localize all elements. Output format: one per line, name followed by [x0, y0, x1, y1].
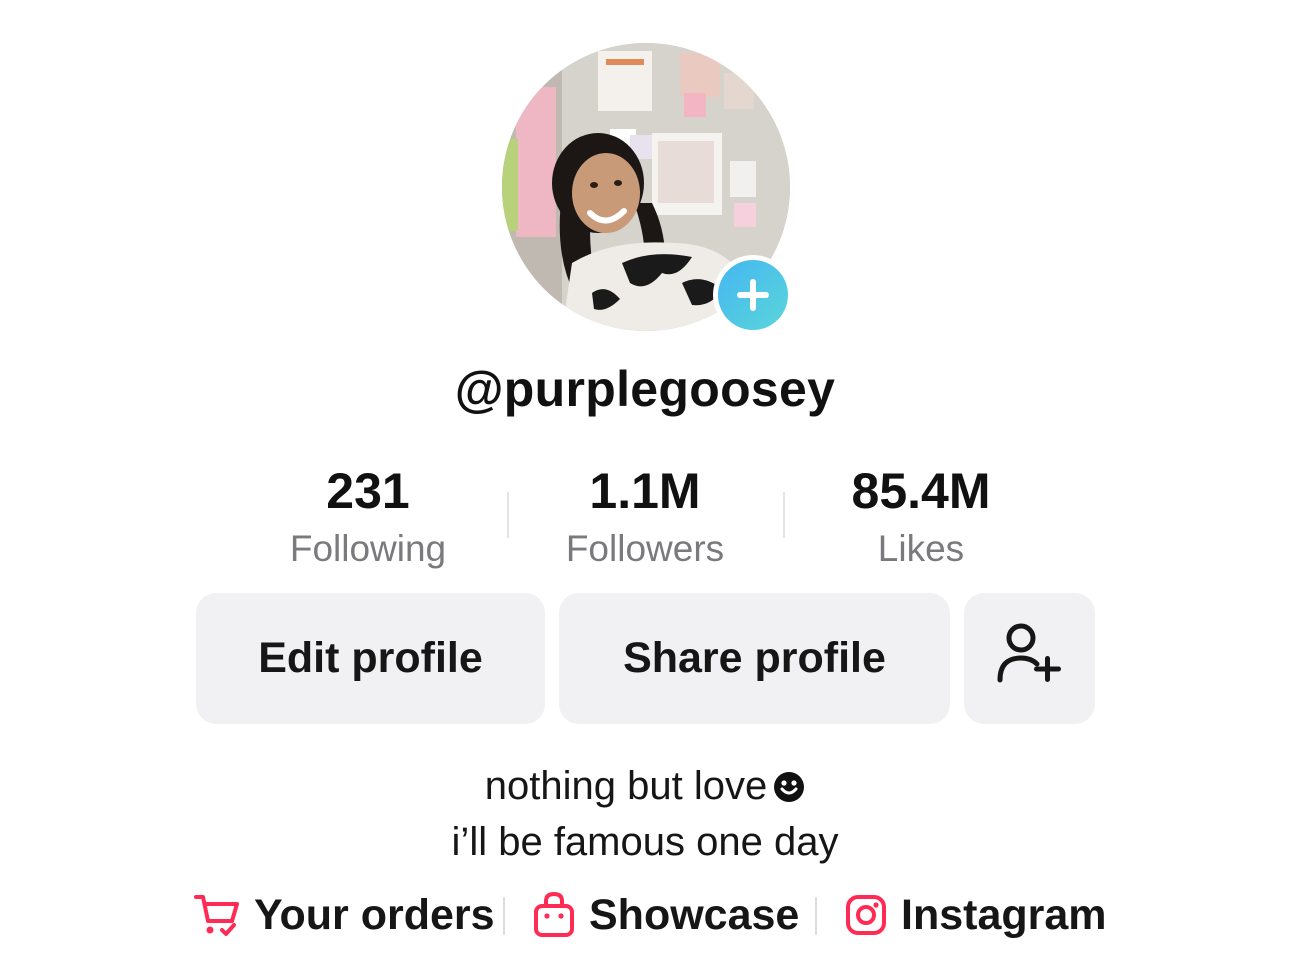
stat-likes[interactable]: 85.4M Likes [783, 462, 1059, 572]
share-profile-button[interactable]: Share profile [559, 593, 950, 724]
stat-followers-value: 1.1M [589, 463, 701, 519]
instagram-label: Instagram [901, 890, 1107, 939]
stat-following-value: 231 [326, 463, 410, 519]
stat-followers[interactable]: 1.1M Followers [507, 462, 783, 572]
instagram-icon [845, 894, 887, 936]
shopping-bag-icon [533, 892, 575, 938]
add-story-button[interactable] [713, 255, 793, 335]
add-friend-button[interactable] [964, 593, 1095, 724]
plus-icon [718, 260, 788, 330]
your-orders-link[interactable]: Your orders [194, 883, 495, 947]
stat-likes-value: 85.4M [851, 463, 991, 519]
bio-line-2: i’ll be famous one day [451, 820, 839, 864]
share-profile-label: Share profile [623, 634, 886, 682]
username: @purplegoosey [454, 361, 836, 417]
bio-text-1: nothing but love [484, 764, 768, 808]
smiley-icon [773, 764, 805, 816]
edit-profile-button[interactable]: Edit profile [196, 593, 545, 724]
stat-following-label: Following [289, 528, 447, 569]
instagram-link[interactable]: Instagram [845, 883, 1107, 947]
add-user-icon [997, 622, 1063, 695]
profile-links: Your orders Showcase Instagram [0, 883, 1290, 947]
profile-avatar-container [502, 43, 793, 335]
link-divider [815, 897, 817, 935]
profile-bio: nothing but love i’ll be famous one day [0, 760, 1290, 868]
profile-stats: 231 Following 1.1M Followers 85.4M Likes [230, 462, 1060, 582]
showcase-link[interactable]: Showcase [533, 883, 799, 947]
stat-following[interactable]: 231 Following [230, 462, 506, 572]
your-orders-label: Your orders [254, 890, 495, 939]
link-divider [503, 897, 505, 935]
bio-line-1: nothing but love [0, 760, 1290, 816]
showcase-label: Showcase [589, 890, 800, 939]
cart-icon [194, 893, 240, 937]
edit-profile-label: Edit profile [258, 634, 483, 682]
stat-followers-label: Followers [565, 528, 725, 569]
stat-likes-label: Likes [877, 528, 965, 569]
